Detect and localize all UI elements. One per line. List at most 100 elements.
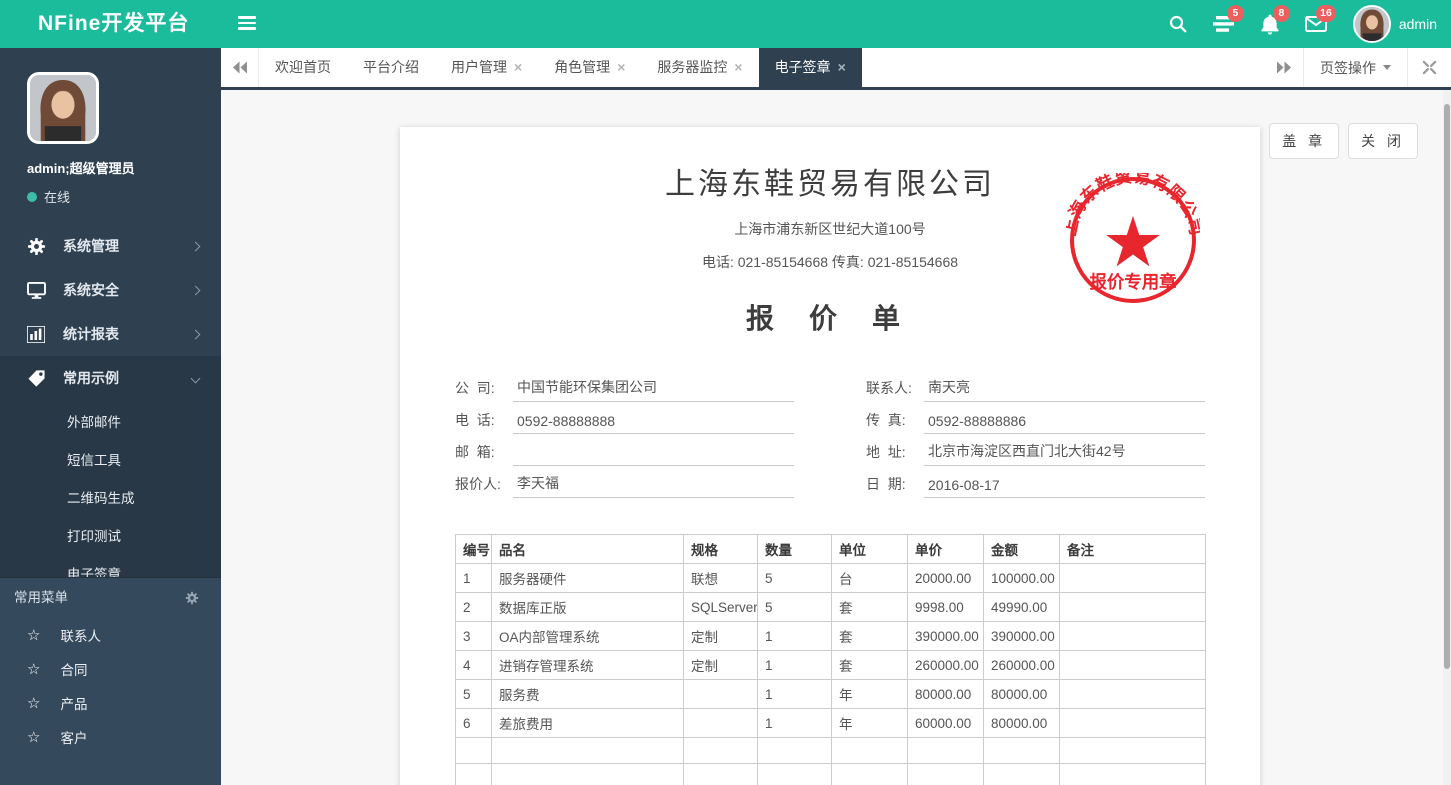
field-label: 邮 箱: bbox=[455, 444, 495, 460]
col-header: 品名 bbox=[491, 534, 684, 564]
contact-field[interactable]: 南天亮 bbox=[924, 377, 1205, 402]
topbar: NFine开发平台 5 8 16 admin bbox=[0, 0, 1451, 48]
stamp-button[interactable]: 盖 章 bbox=[1269, 123, 1340, 159]
bar-chart-icon bbox=[27, 324, 47, 344]
form-right-column: 联系人: 南天亮 传 真: 0592-88888886 地 址: 北京市海淀区西直门北… bbox=[866, 370, 1205, 498]
user-avatar[interactable] bbox=[27, 72, 99, 144]
sidebar-item-system-security[interactable]: 系统安全 bbox=[0, 268, 221, 312]
table-row: 2 数据库正版 SQLServer 5 套 9998.00 49990.00 bbox=[455, 592, 1206, 622]
favorites-settings-icon[interactable] bbox=[185, 591, 199, 605]
quoter-field[interactable]: 李天福 bbox=[513, 473, 794, 498]
sidebar-item-examples[interactable]: 常用示例 bbox=[0, 356, 221, 400]
email-field[interactable] bbox=[513, 446, 794, 466]
tabs-scroll-left-icon[interactable] bbox=[221, 48, 259, 87]
sidebar-item-label: 系统安全 bbox=[63, 282, 119, 298]
sidebar-item-report[interactable]: 统计报表 bbox=[0, 312, 221, 356]
close-button[interactable]: 关 闭 bbox=[1348, 123, 1418, 159]
table-row: 3 OA内部管理系统 定制 1 套 390000.00 390000.00 bbox=[455, 621, 1206, 651]
favorite-item-contract[interactable]: ☆ 合同 bbox=[0, 652, 221, 686]
star-icon: ☆ bbox=[27, 627, 41, 644]
tab-role-manage[interactable]: 角色管理 × bbox=[538, 48, 641, 87]
table-header-row: 编号 品名 规格 数量 单位 单价 金额 备注 bbox=[455, 534, 1206, 564]
tab-close-icon[interactable]: × bbox=[514, 59, 522, 75]
star-icon: ☆ bbox=[27, 695, 41, 712]
tasks-badge: 5 bbox=[1226, 5, 1244, 22]
submenu-item-sms-tool[interactable]: 短信工具 bbox=[0, 442, 221, 480]
field-label: 日 期: bbox=[866, 476, 906, 492]
caret-down-icon bbox=[1383, 65, 1391, 70]
tasks-icon[interactable]: 5 bbox=[1201, 0, 1247, 48]
company-seal: 上海东鞋贸易有限公司 报价专用章 bbox=[1066, 173, 1200, 307]
tab-close-icon[interactable]: × bbox=[838, 59, 846, 75]
chevron-right-icon bbox=[190, 285, 201, 295]
field-label: 联系人: bbox=[866, 380, 912, 396]
table-empty-row bbox=[455, 737, 1206, 764]
online-dot-icon bbox=[27, 191, 37, 202]
quote-form: 公 司: 中国节能环保集团公司 电 话: 0592-88888888 邮 箱: 报价… bbox=[455, 370, 1205, 498]
alerts-badge: 8 bbox=[1272, 5, 1290, 22]
menu-toggle-icon[interactable] bbox=[238, 16, 256, 32]
fax-field[interactable]: 0592-88888886 bbox=[924, 413, 1205, 434]
tab-platform-intro[interactable]: 平台介绍 bbox=[347, 48, 435, 87]
table-row: 5 服务费 1 年 80000.00 80000.00 bbox=[455, 679, 1206, 709]
search-icon[interactable] bbox=[1155, 0, 1201, 48]
tabs-scroll-right-icon[interactable] bbox=[1265, 48, 1303, 87]
tab-close-icon[interactable]: × bbox=[734, 59, 742, 75]
tab-server-monitor[interactable]: 服务器监控 × bbox=[641, 48, 758, 87]
tag-icon bbox=[27, 368, 47, 388]
favorite-label: 合同 bbox=[60, 663, 88, 678]
tab-operations-label: 页签操作 bbox=[1320, 59, 1376, 76]
tab-close-icon[interactable]: × bbox=[617, 59, 625, 75]
topbar-actions: 5 8 16 admin bbox=[1155, 0, 1437, 48]
chevron-right-icon bbox=[190, 241, 201, 251]
favorite-item-product[interactable]: ☆ 产品 bbox=[0, 686, 221, 720]
submenu-item-qrcode[interactable]: 二维码生成 bbox=[0, 480, 221, 518]
tab-operations-dropdown[interactable]: 页签操作 bbox=[1303, 48, 1407, 87]
address-field[interactable]: 北京市海淀区西直门北大街42号 bbox=[924, 441, 1205, 466]
examples-submenu: 外部邮件 短信工具 二维码生成 打印测试 电子签章 bbox=[0, 400, 221, 606]
quote-items-table: 编号 品名 规格 数量 单位 单价 金额 备注 1 服务器硬件 联想 5 台 20000.… bbox=[455, 534, 1206, 785]
favorite-label: 产品 bbox=[60, 697, 88, 712]
field-label: 地 址: bbox=[866, 444, 906, 460]
phone-field[interactable]: 0592-88888888 bbox=[513, 413, 794, 434]
table-empty-row bbox=[455, 763, 1206, 785]
tabbar: 欢迎首页 平台介绍 用户管理 × 角色管理 × 服务器监控 × 电子签章 × 页签操作 bbox=[221, 48, 1451, 90]
sidebar-item-label: 常用示例 bbox=[63, 370, 119, 386]
favorite-item-customer[interactable]: ☆ 客户 bbox=[0, 720, 221, 754]
sidebar-item-system-manage[interactable]: 系统管理 bbox=[0, 224, 221, 268]
tab-welcome[interactable]: 欢迎首页 bbox=[259, 48, 347, 87]
mail-icon[interactable]: 16 bbox=[1293, 0, 1339, 48]
document-actions: 盖 章 关 闭 bbox=[1269, 123, 1418, 159]
submenu-item-print-test[interactable]: 打印测试 bbox=[0, 518, 221, 556]
tab-user-manage[interactable]: 用户管理 × bbox=[435, 48, 538, 87]
col-header: 备注 bbox=[1059, 534, 1206, 564]
vertical-scrollbar[interactable] bbox=[1443, 90, 1451, 785]
app-logo: NFine开发平台 bbox=[38, 12, 190, 35]
submenu-item-external-mail[interactable]: 外部邮件 bbox=[0, 404, 221, 442]
mail-badge: 16 bbox=[1316, 5, 1336, 22]
tab-esign[interactable]: 电子签章 × bbox=[758, 48, 862, 87]
col-header: 金额 bbox=[983, 534, 1060, 564]
online-label: 在线 bbox=[44, 190, 71, 205]
favorite-label: 客户 bbox=[60, 731, 88, 746]
sidebar-item-label: 系统管理 bbox=[63, 238, 119, 254]
company-field[interactable]: 中国节能环保集团公司 bbox=[513, 377, 794, 402]
topbar-username: admin bbox=[1398, 16, 1437, 32]
bell-icon[interactable]: 8 bbox=[1247, 0, 1293, 48]
date-field[interactable]: 2016-08-17 bbox=[924, 477, 1205, 498]
seal-bottom-text: 报价专用章 bbox=[1089, 272, 1176, 292]
fullscreen-icon[interactable] bbox=[1407, 48, 1451, 87]
star-icon: ☆ bbox=[27, 661, 41, 678]
seal-star-icon bbox=[1106, 215, 1160, 267]
star-icon: ☆ bbox=[27, 729, 41, 746]
sidebar-item-label: 统计报表 bbox=[63, 326, 119, 342]
col-header: 单价 bbox=[907, 534, 984, 564]
monitor-icon bbox=[27, 280, 47, 300]
form-left-column: 公 司: 中国节能环保集团公司 电 话: 0592-88888888 邮 箱: 报价… bbox=[455, 370, 794, 498]
favorite-item-contacts[interactable]: ☆ 联系人 bbox=[0, 618, 221, 652]
topbar-avatar[interactable] bbox=[1352, 5, 1391, 43]
sidebar: admin;超级管理员 在线 系统管理 系统安全 统计报表 常用示例 外部邮件 … bbox=[0, 48, 221, 785]
col-header: 数量 bbox=[757, 534, 832, 564]
scrollbar-thumb[interactable] bbox=[1444, 104, 1450, 669]
field-label: 报价人: bbox=[455, 476, 501, 492]
